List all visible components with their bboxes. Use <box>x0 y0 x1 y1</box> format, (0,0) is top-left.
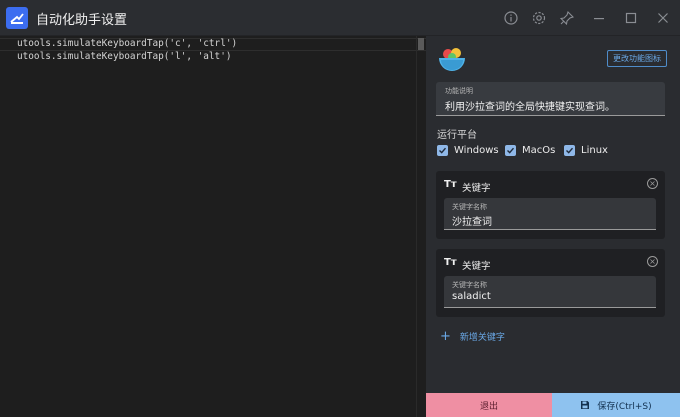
save-button-label: 保存(Ctrl+S) <box>597 401 652 412</box>
platform-macos-label: MacOs <box>522 144 556 156</box>
pin-icon[interactable] <box>559 10 575 26</box>
checkbox-checked-icon[interactable] <box>564 144 575 156</box>
remove-keyword-icon[interactable]: × <box>647 178 658 189</box>
platform-label: 运行平台 <box>437 130 477 141</box>
platform-linux-checkbox[interactable]: Linux <box>564 143 608 157</box>
keyword-card: Tт 关键字 × 关键字名称 saladict <box>436 249 665 317</box>
keyword-card-title: 关键字 <box>462 183 491 194</box>
keyword-card: Tт 关键字 × 关键字名称 沙拉查词 <box>436 171 665 239</box>
keyword-name-label: 关键字名称 <box>452 203 487 211</box>
add-keyword-button[interactable]: + 新增关键字 <box>440 328 505 344</box>
code-line-1[interactable]: utools.simulateKeyboardTap('c', 'ctrl') <box>17 38 237 49</box>
description-value[interactable]: 利用沙拉查词的全局快捷键实现查词。 <box>445 98 615 113</box>
save-disk-icon <box>580 400 590 410</box>
exit-button[interactable]: 退出 <box>426 393 552 417</box>
code-line-2[interactable]: utools.simulateKeyboardTap('l', 'alt') <box>17 51 231 62</box>
plus-icon: + <box>440 328 451 344</box>
settings-panel: 更改功能图标 功能说明 利用沙拉查词的全局快捷键实现查词。 运行平台 Windo… <box>426 36 680 417</box>
description-field[interactable]: 功能说明 利用沙拉查词的全局快捷键实现查词。 <box>436 82 665 116</box>
add-keyword-label: 新增关键字 <box>459 333 505 343</box>
keyword-name-value[interactable]: 沙拉查词 <box>452 213 492 228</box>
app-logo-icon <box>6 7 28 29</box>
exit-button-label: 退出 <box>479 401 498 412</box>
window-title: 自动化助手设置 <box>36 13 128 28</box>
keyword-name-value[interactable]: saladict <box>452 291 491 302</box>
save-button[interactable]: 保存(Ctrl+S) <box>552 393 680 417</box>
keyword-name-field[interactable]: 关键字名称 saladict <box>444 276 656 308</box>
scrollbar-cursor-marker <box>418 38 424 50</box>
checkbox-checked-icon[interactable] <box>437 144 448 156</box>
platform-linux-label: Linux <box>581 144 608 156</box>
code-editor[interactable]: utools.simulateKeyboardTap('c', 'ctrl') … <box>0 36 426 417</box>
minimize-icon[interactable] <box>591 10 607 26</box>
editor-scrollbar[interactable] <box>416 36 426 417</box>
close-icon[interactable] <box>655 10 671 26</box>
text-type-icon: Tт <box>444 257 457 268</box>
change-icon-button[interactable]: 更改功能图标 <box>607 50 667 67</box>
checkbox-checked-icon[interactable] <box>505 144 516 156</box>
platform-windows-checkbox[interactable]: Windows <box>437 143 499 157</box>
keyword-card-title: 关键字 <box>462 261 491 272</box>
info-icon[interactable] <box>503 10 519 26</box>
remove-keyword-icon[interactable]: × <box>647 256 658 267</box>
settings-icon[interactable] <box>531 10 547 26</box>
keyword-name-field[interactable]: 关键字名称 沙拉查词 <box>444 198 656 230</box>
text-type-icon: Tт <box>444 179 457 190</box>
title-bar: 自动化助手设置 <box>0 0 680 36</box>
keyword-name-label: 关键字名称 <box>452 281 487 289</box>
platform-windows-label: Windows <box>454 144 499 156</box>
maximize-icon[interactable] <box>623 10 639 26</box>
description-label: 功能说明 <box>445 87 473 95</box>
platform-macos-checkbox[interactable]: MacOs <box>505 143 555 157</box>
salad-bowl-icon[interactable] <box>436 44 468 76</box>
